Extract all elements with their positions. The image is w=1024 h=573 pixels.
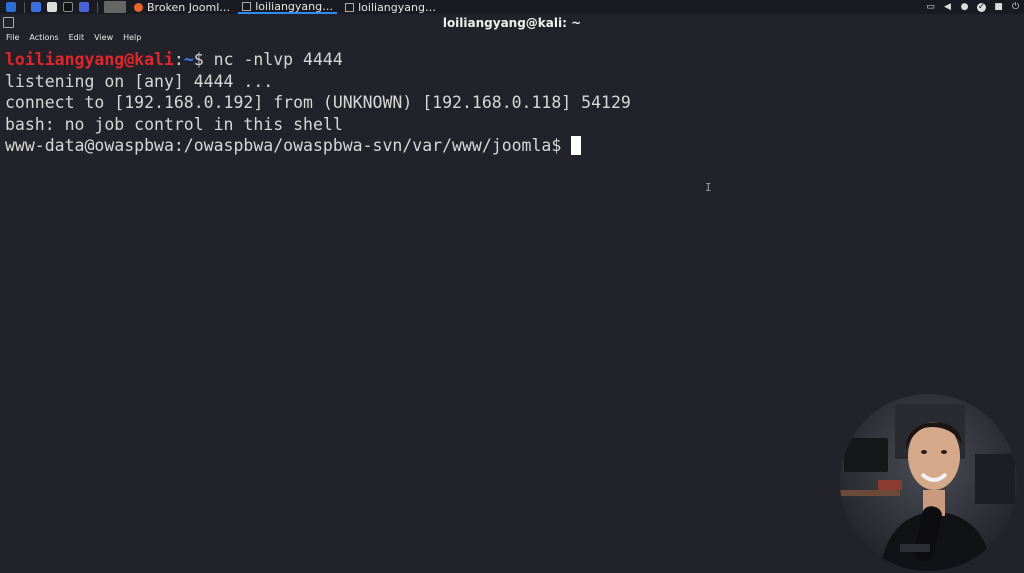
workspace-icon[interactable] [104, 1, 126, 13]
prompt-user: loiliangyang@kali [5, 50, 174, 69]
terminal-output[interactable]: loiliangyang@kali:~$ nc -nlvp 4444 listen… [5, 49, 631, 157]
file-manager-icon[interactable] [47, 2, 57, 12]
panel-separator [24, 1, 25, 13]
terminal-icon [345, 2, 355, 12]
browser-launcher-icon[interactable] [79, 2, 89, 12]
output-line: bash: no job control in this shell [5, 114, 343, 134]
output-line: connect to [192.168.0.192] from (UNKNOWN… [5, 93, 631, 112]
system-tray: ▭ ◀ ● ✓ ■ ⏻ [926, 0, 1020, 14]
update-icon[interactable]: ✓ [977, 2, 986, 12]
menu-bar: File Actions Edit View Help [0, 31, 1024, 44]
prompt-colon: : [173, 50, 184, 69]
terminal-icon [242, 1, 252, 11]
panel-separator [97, 1, 98, 13]
window-title: loiliangyang@kali: ~ [442, 16, 582, 30]
output-line: listening on [any] 4444 ... [5, 71, 274, 91]
webcam-overlay [840, 394, 1017, 571]
task-button-firefox[interactable]: Broken Jooml… [130, 0, 234, 14]
task-button-terminal-active[interactable]: loiliangyang… [238, 0, 338, 14]
menu-file[interactable]: File [6, 33, 19, 42]
menu-edit[interactable]: Edit [69, 33, 85, 42]
task-label: loiliangyang… [255, 0, 334, 13]
command-text: nc -nlvp 4444 [213, 50, 343, 69]
webcam-image [840, 394, 1017, 571]
lock-icon[interactable]: ■ [994, 2, 1003, 12]
prompt-path: ~ [183, 50, 194, 69]
remote-shell-line: www-data@owaspbwa:/owaspbwa/owaspbwa-svn… [5, 135, 631, 157]
bell-icon[interactable]: ● [960, 2, 969, 12]
top-panel: Broken Jooml… loiliangyang… loiliangyang… [0, 0, 1024, 14]
show-desktop-icon[interactable] [31, 2, 41, 12]
menu-help[interactable]: Help [123, 33, 141, 42]
text-cursor [571, 136, 582, 155]
task-label: Broken Jooml… [147, 0, 231, 14]
terminal-launcher-icon[interactable] [63, 2, 73, 12]
kali-menu-icon[interactable] [6, 2, 16, 12]
volume-icon[interactable]: ◀ [943, 2, 952, 12]
command-line: loiliangyang@kali:~$ nc -nlvp 4444 [5, 49, 631, 71]
task-button-terminal[interactable]: loiliangyang… [341, 0, 440, 14]
mouse-ibeam-icon: I [705, 181, 712, 194]
menu-view[interactable]: View [94, 33, 113, 42]
remote-prompt: www-data@owaspbwa:/owaspbwa/owaspbwa-svn… [5, 136, 562, 155]
power-icon[interactable]: ⏻ [1011, 2, 1020, 12]
prompt-symbol: $ [193, 50, 214, 69]
menu-actions[interactable]: Actions [29, 33, 58, 42]
task-label: loiliangyang… [358, 0, 436, 14]
firefox-icon [134, 2, 143, 12]
window-titlebar[interactable]: loiliangyang@kali: ~ [0, 14, 1024, 32]
display-icon[interactable]: ▭ [926, 2, 935, 12]
